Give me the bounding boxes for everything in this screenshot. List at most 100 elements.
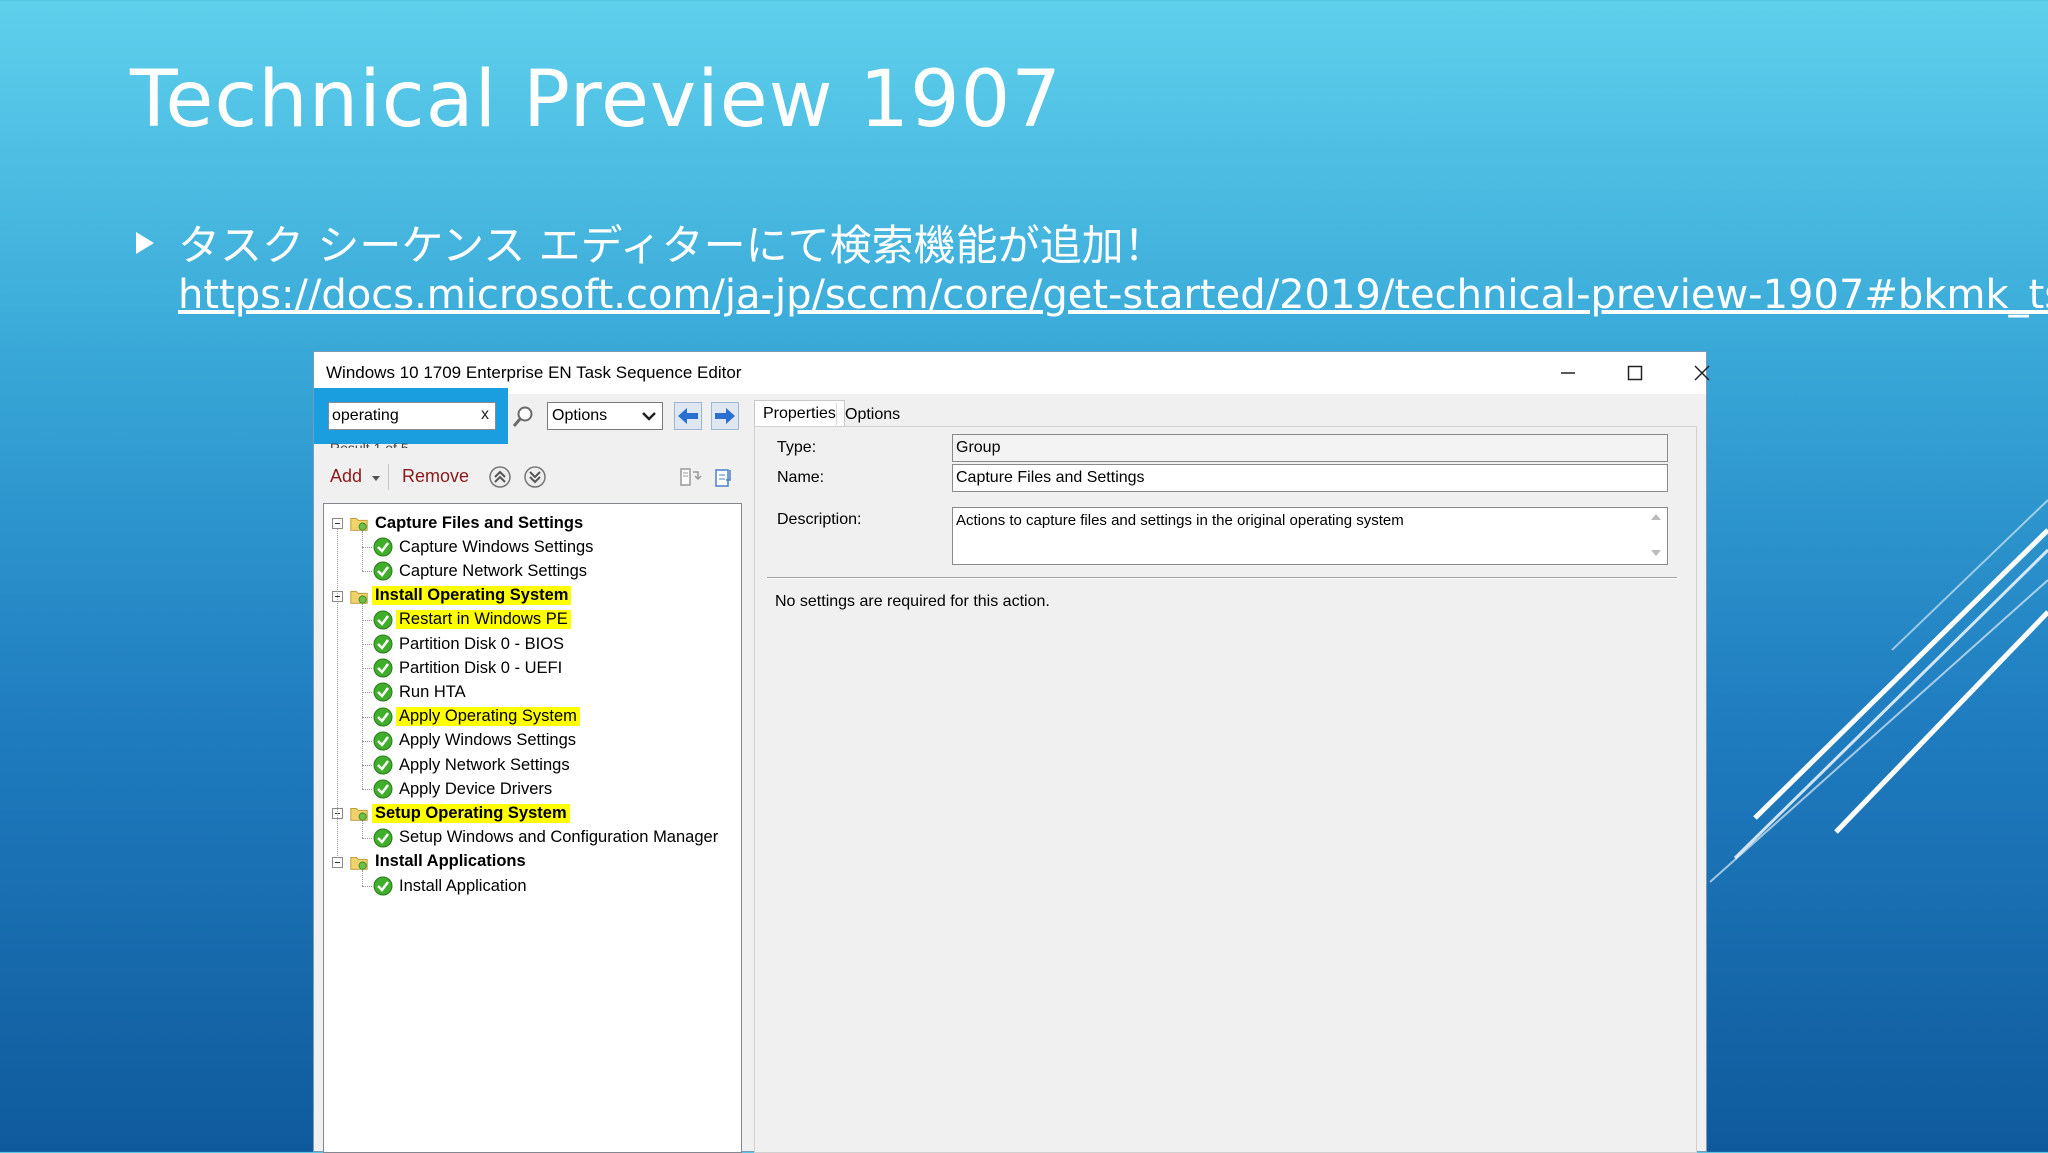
tree-item-label: Apply Device Drivers <box>399 779 553 798</box>
folder-icon <box>350 808 368 822</box>
properties-pane: Properties Options Type: Group Name: Cap… <box>754 394 1708 1153</box>
tree-connector <box>362 740 372 742</box>
paste-icon[interactable] <box>712 466 736 490</box>
copy-icon[interactable] <box>678 466 702 490</box>
arrow-right-icon <box>715 408 735 424</box>
check-icon <box>373 828 393 848</box>
check-icon <box>373 731 393 751</box>
collapse-toggle[interactable] <box>332 518 343 529</box>
scroll-down-icon[interactable] <box>1651 550 1661 556</box>
previous-result-button[interactable] <box>674 402 702 430</box>
chevron-down-icon <box>642 412 656 421</box>
check-icon <box>373 682 393 702</box>
search-input[interactable] <box>332 405 462 427</box>
collapse-toggle[interactable] <box>332 856 343 868</box>
tree-item-label: Setup Operating System <box>372 803 570 823</box>
tree-step[interactable]: Apply Network Settings <box>372 753 573 777</box>
tree-step[interactable]: Partition Disk 0 - BIOS <box>372 632 567 656</box>
tree-connector <box>362 837 372 839</box>
properties-panel: Type: Group Name: Capture Files and Sett… <box>754 426 1697 1153</box>
add-button[interactable]: Add <box>330 466 362 487</box>
folder-icon <box>350 590 368 604</box>
name-field[interactable]: Capture Files and Settings <box>952 464 1668 492</box>
tree-item-label: Setup Windows and Configuration Manager <box>399 828 719 847</box>
tree-group[interactable]: Install Operating System <box>348 584 572 608</box>
tree-connector <box>362 619 372 621</box>
arrow-left-icon <box>678 408 698 424</box>
check-icon <box>373 876 393 896</box>
move-down-icon[interactable] <box>523 465 547 489</box>
task-sequence-editor-window: Windows 10 1709 Enterprise EN Task Seque… <box>313 351 1710 1153</box>
check-icon <box>373 779 393 799</box>
maximize-button[interactable] <box>1605 356 1665 390</box>
search-icon[interactable] <box>510 404 536 430</box>
tree-connector <box>362 547 372 549</box>
tree-connector <box>362 571 372 573</box>
tree-connector <box>362 869 363 886</box>
tree-step[interactable]: Capture Windows Settings <box>372 535 596 559</box>
clear-search-button[interactable]: x <box>481 406 489 424</box>
tree-item-label: Apply Network Settings <box>399 755 570 774</box>
decorative-lines <box>1709 499 2048 883</box>
tree-item-label: Capture Windows Settings <box>399 537 594 556</box>
bullet-text: タスク シーケンス エディターにて検索機能が追加！ <box>178 221 1166 270</box>
tree-connector <box>337 529 338 856</box>
check-icon <box>373 707 393 727</box>
type-field: Group <box>952 434 1668 462</box>
folder-icon <box>350 518 368 531</box>
scroll-up-icon[interactable] <box>1651 514 1661 520</box>
tree-item-label: Partition Disk 0 - UEFI <box>399 658 563 677</box>
tree-group[interactable]: Install Applications <box>348 850 529 874</box>
tree-group[interactable]: Capture Files and Settings <box>348 511 586 535</box>
tree-step[interactable]: Apply Device Drivers <box>372 777 555 801</box>
tree-connector <box>362 644 372 645</box>
tree-connector <box>362 886 372 887</box>
tree-step[interactable]: Run HTA <box>372 680 469 704</box>
tree-step[interactable]: Setup Windows and Configuration Manager <box>372 826 721 850</box>
tab-options[interactable]: Options <box>836 403 908 425</box>
minimize-button[interactable] <box>1538 356 1598 390</box>
close-button[interactable] <box>1672 356 1732 390</box>
tree-connector <box>362 789 372 791</box>
docs-link[interactable]: https://docs.microsoft.com/ja-jp/sccm/co… <box>178 272 2048 318</box>
tree-step[interactable]: Apply Operating System <box>372 705 580 729</box>
check-icon <box>373 658 393 678</box>
task-sequence-tree[interactable]: Capture Files and Settings Capture Window… <box>323 503 742 1153</box>
description-field[interactable]: Actions to capture files and settings in… <box>952 507 1668 565</box>
options-dropdown[interactable]: Options <box>547 402 663 430</box>
panel-divider <box>767 577 1677 579</box>
tab-properties[interactable]: Properties <box>754 400 845 427</box>
folder-icon <box>350 856 368 870</box>
maximize-icon <box>1627 365 1643 381</box>
tree-step[interactable]: Restart in Windows PE <box>372 608 571 632</box>
tree-step[interactable]: Install Application <box>372 874 530 898</box>
search-box: x <box>328 402 496 430</box>
check-icon <box>373 610 393 630</box>
tree-step[interactable]: Apply Windows Settings <box>372 729 579 753</box>
window-title: Windows 10 1709 Enterprise EN Task Seque… <box>326 363 742 382</box>
bullet-arrow-icon <box>136 232 154 254</box>
tree-item-label: Apply Operating System <box>396 707 580 727</box>
tree-connector <box>362 765 372 766</box>
check-icon <box>373 634 393 654</box>
tree-step[interactable]: Partition Disk 0 - UEFI <box>372 656 565 680</box>
description-text: Actions to capture files and settings in… <box>956 512 1404 529</box>
settings-note: No settings are required for this action… <box>775 593 1050 610</box>
options-dropdown-label: Options <box>552 407 608 424</box>
next-result-button[interactable] <box>711 402 739 430</box>
title-bar: Windows 10 1709 Enterprise EN Task Seque… <box>314 352 1710 394</box>
close-icon <box>1694 365 1710 381</box>
tree-item-label: Capture Files and Settings <box>375 513 584 532</box>
search-result-count: Result 1 of 5 <box>330 440 409 448</box>
tree-connector <box>362 603 363 790</box>
add-caret-icon[interactable] <box>372 476 380 481</box>
tree-step[interactable]: Capture Network Settings <box>372 559 590 583</box>
remove-button[interactable]: Remove <box>402 466 469 487</box>
check-icon <box>373 537 393 557</box>
tree-connector <box>362 821 363 838</box>
move-up-icon[interactable] <box>488 465 512 489</box>
tree-group[interactable]: Setup Operating System <box>348 801 570 825</box>
tree-item-label: Restart in Windows PE <box>396 610 571 630</box>
tree-connector <box>362 716 372 718</box>
tree-connector <box>362 692 372 694</box>
